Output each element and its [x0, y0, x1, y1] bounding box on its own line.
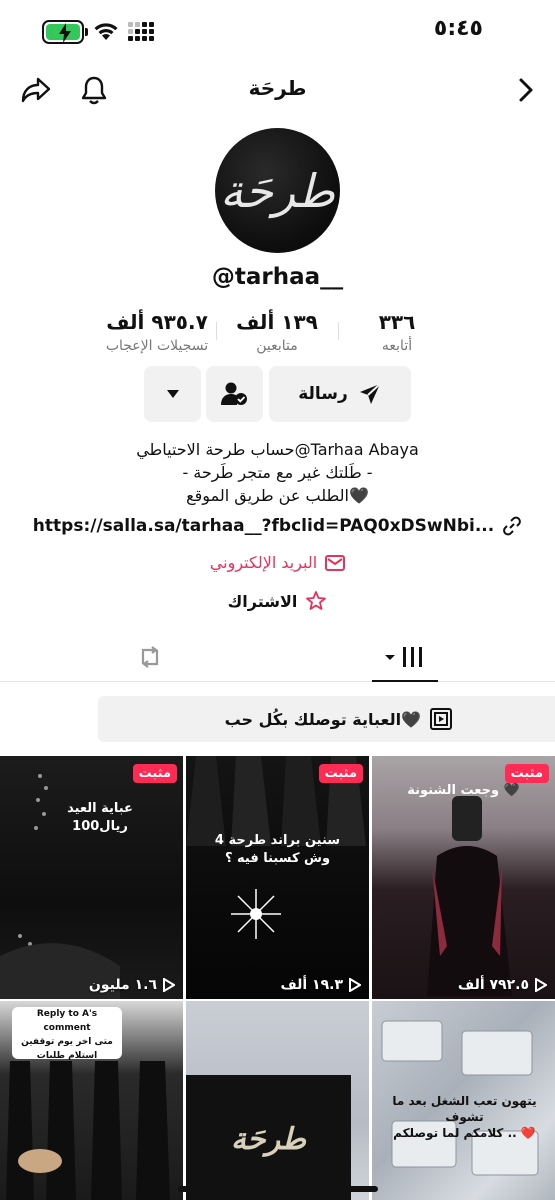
battery-icon — [42, 20, 88, 44]
video-tile[interactable]: طرحَة — [186, 1001, 369, 1200]
home-indicator[interactable] — [178, 1186, 378, 1192]
view-count: ١٩.٣ ألف — [280, 977, 361, 993]
video-thumbnail-figure — [427, 796, 512, 996]
mail-icon — [325, 554, 346, 571]
video-caption: عباية العيد 100ريال — [67, 801, 133, 834]
grid-icon — [385, 647, 422, 667]
stat-likes-value: ٩٣٥.٧ ألف — [106, 310, 208, 334]
send-icon — [359, 383, 381, 404]
stat-followers[interactable]: ١٣٩ ألف متابعين — [212, 310, 342, 354]
tab-videos[interactable] — [372, 632, 438, 682]
pinned-badge: مثبت — [132, 764, 177, 783]
page-title: طرحَة — [248, 76, 307, 100]
video-caption: طرحَة — [230, 1122, 307, 1157]
clock: ٥:٤٥ — [433, 16, 483, 41]
video-caption: يتهون تعب الشغل بعد ما تشوف كلامكم لما ت… — [392, 1094, 537, 1140]
playlist-chip[interactable]: العباية توصلك بكُل حب🖤 — [98, 696, 555, 742]
more-options-button[interactable] — [144, 366, 201, 422]
subscribe-label: الاشتراك — [227, 591, 298, 611]
profile-link-text[interactable]: https://salla.sa/tarhaa__?fbclid=PAQ0xDS… — [33, 516, 494, 536]
bio: حساب طرحة الاحتياطي@Tarhaa Abaya - طَلتك… — [20, 438, 535, 507]
video-tile[interactable]: Reply to A's comment متى اخر يوم توقفين … — [0, 1001, 183, 1200]
star-badge-icon — [306, 591, 327, 610]
play-icon — [163, 978, 175, 992]
video-caption: وجعت الشنونة 🖤 — [407, 783, 520, 798]
stat-likes-label: تسجيلات الإعجاب — [105, 338, 209, 354]
pinned-badge: مثبت — [504, 764, 549, 783]
email-button[interactable]: البريد الإلكتروني — [0, 553, 555, 572]
view-count: ١.٦ مليون — [89, 977, 175, 993]
stat-likes[interactable]: ٩٣٥.٧ ألف تسجيلات الإعجاب — [92, 310, 222, 354]
stat-followers-value: ١٣٩ ألف — [236, 310, 318, 334]
video-caption: Reply to A's comment متى اخر يوم توقفين … — [21, 1009, 113, 1061]
stat-following-label: أتابعه — [381, 338, 413, 354]
link-icon — [503, 516, 522, 536]
pinned-badge: مثبت — [318, 764, 363, 783]
chevron-right-icon[interactable] — [510, 74, 542, 106]
video-tile[interactable]: 4 سنين براند طرحة وش كسبنا فيه ؟ مثبت ١٩… — [186, 756, 369, 999]
bio-line: - طَلتك غير مع متجر طَرحة - — [182, 463, 373, 482]
avatar[interactable]: طرحَة — [215, 128, 340, 253]
video-grid: وجعت الشنونة 🖤 مثبت ٧٩٢.٥ ألف 4 سنين برا… — [0, 756, 555, 1200]
video-tile[interactable]: يتهون تعب الشغل بعد ما تشوف كلامكم لما ت… — [372, 1001, 555, 1200]
view-count-value: ٧٩٢.٥ ألف — [457, 977, 529, 993]
view-count-value: ١٩.٣ ألف — [280, 977, 343, 993]
caret-down-icon — [166, 390, 179, 398]
repost-icon — [141, 646, 159, 668]
playlist-label: العباية توصلك بكُل حب🖤 — [224, 709, 421, 729]
view-count-value: ١.٦ مليون — [88, 977, 157, 993]
message-button[interactable]: رسالة — [269, 366, 411, 422]
profile-link[interactable]: https://salla.sa/tarhaa__?fbclid=PAQ0xDS… — [0, 516, 555, 536]
subscribe-button[interactable]: الاشتراك — [0, 591, 555, 611]
playlist-icon — [430, 708, 452, 730]
email-label: البريد الإلكتروني — [209, 553, 318, 572]
cellular-signal-icon — [128, 22, 156, 42]
status-bar: ٥:٤٥ — [0, 0, 555, 62]
active-tab-indicator — [372, 680, 438, 682]
video-tile[interactable]: وجعت الشنونة 🖤 مثبت ٧٩٢.٥ ألف — [372, 756, 555, 999]
view-count: ٧٩٢.٥ ألف — [458, 977, 547, 993]
stat-following[interactable]: ٣٣٦ أتابعه — [332, 310, 462, 354]
video-caption: 4 سنين براند طرحة وش كسبنا فيه ؟ — [214, 833, 341, 866]
avatar-logo: طرحَة — [219, 163, 336, 218]
follow-status-button[interactable] — [206, 366, 263, 422]
bio-line: الطلب عن طريق الموقع🖤 — [186, 486, 369, 505]
profile-tabs — [0, 632, 555, 682]
user-check-icon — [220, 382, 247, 405]
stat-following-value: ٣٣٦ — [378, 310, 416, 334]
wifi-icon — [94, 23, 118, 40]
sparkler-icon — [231, 889, 281, 939]
tab-reposts[interactable] — [128, 632, 172, 682]
play-icon — [349, 978, 361, 992]
video-thumbnail-embroidery — [0, 774, 120, 999]
header: طرحَة — [0, 62, 555, 118]
video-tile[interactable]: عباية العيد 100ريال مثبت ١.٦ مليون — [0, 756, 183, 999]
message-button-label: رسالة — [298, 384, 348, 404]
username: @tarhaa__ — [211, 264, 344, 290]
stat-followers-label: متابعين — [256, 338, 298, 354]
bio-line: حساب طرحة الاحتياطي@Tarhaa Abaya — [136, 440, 419, 459]
play-icon — [535, 978, 547, 992]
